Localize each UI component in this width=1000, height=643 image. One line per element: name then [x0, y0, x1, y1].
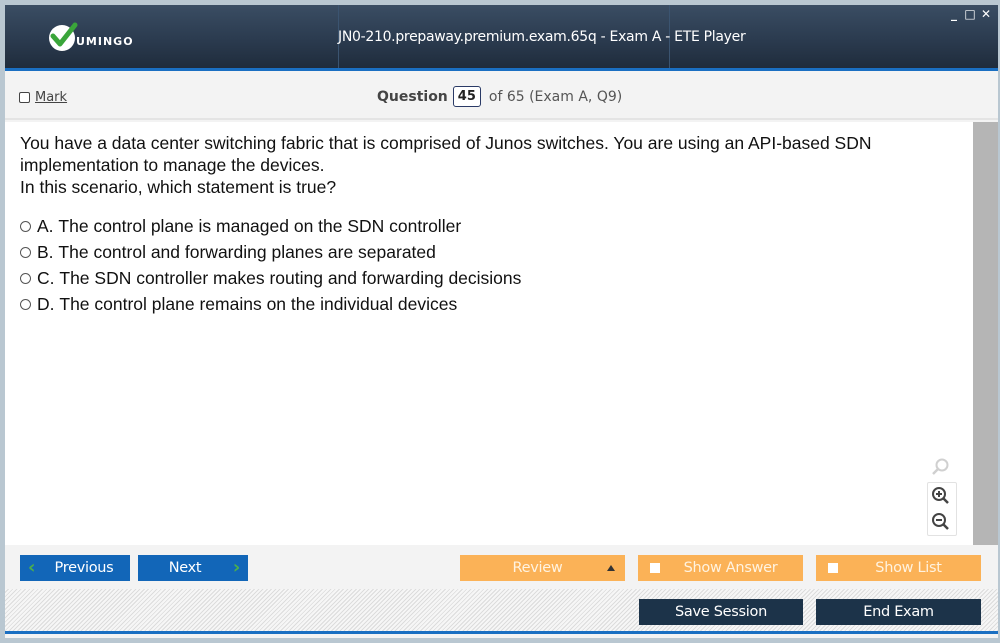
mark-label: Mark — [35, 90, 68, 105]
end-exam-button[interactable]: End Exam — [816, 599, 981, 625]
next-button[interactable]: Next › — [138, 555, 248, 581]
show-list-button[interactable]: Show List — [816, 555, 981, 581]
checkbox-icon[interactable] — [650, 563, 660, 573]
save-session-button[interactable]: Save Session — [639, 599, 803, 625]
radio-button[interactable] — [20, 220, 31, 232]
title-bar: UMINGO JN0-210.prepaway.premium.exam.65q… — [5, 5, 998, 71]
mark-checkbox[interactable]: Mark — [19, 90, 67, 105]
show-answer-button[interactable]: Show Answer — [638, 555, 803, 581]
previous-button[interactable]: ‹ Previous — [20, 555, 130, 581]
option-text: The SDN controller makes routing and for… — [59, 267, 522, 288]
checkmark-logo-icon — [49, 22, 78, 51]
question-header: Mark Question 45 of 65 (Exam A, Q9) — [5, 74, 998, 120]
question-content: You have a data center switching fabric … — [5, 122, 973, 545]
maximize-button[interactable]: □ — [964, 7, 976, 21]
close-button[interactable]: ✕ — [980, 7, 992, 21]
option-letter: D. — [37, 293, 55, 314]
answer-options: A. The control plane is managed on the S… — [20, 213, 521, 317]
question-label: Question — [377, 88, 448, 105]
answer-option-d[interactable]: D. The control plane remains on the indi… — [20, 291, 521, 317]
ete-player-window: UMINGO JN0-210.prepaway.premium.exam.65q… — [5, 5, 998, 638]
option-letter: A. — [37, 215, 54, 236]
answer-option-c[interactable]: C. The SDN controller makes routing and … — [20, 265, 521, 291]
radio-button[interactable] — [20, 246, 31, 258]
show-answer-label: Show Answer — [683, 560, 778, 576]
option-text: The control and forwarding planes are se… — [58, 241, 436, 262]
caret-up-icon — [607, 565, 615, 571]
zoom-controls — [927, 482, 957, 536]
option-text: The control plane remains on the individ… — [59, 293, 458, 314]
answer-option-a[interactable]: A. The control plane is managed on the S… — [20, 213, 521, 239]
search-icon[interactable] — [927, 454, 953, 480]
zoom-out-icon[interactable] — [928, 509, 954, 535]
checkbox-icon[interactable] — [828, 563, 838, 573]
question-text: You have a data center switching fabric … — [20, 132, 965, 198]
option-letter: C. — [37, 267, 55, 288]
next-label: Next — [168, 560, 202, 576]
chevron-right-icon: › — [232, 557, 240, 578]
navigation-bar: ‹ Previous Next › Review Show Answer Sho… — [5, 545, 998, 589]
zoom-in-icon[interactable] — [928, 483, 954, 509]
window-controls: _ □ ✕ — [948, 7, 992, 21]
logo-text: UMINGO — [76, 34, 134, 48]
review-label: Review — [512, 560, 563, 576]
zoom-tools — [927, 454, 957, 536]
question-line: You have a data center switching fabric … — [20, 133, 872, 153]
vertical-scrollbar[interactable] — [973, 122, 998, 545]
question-line: In this scenario, which statement is tru… — [20, 177, 337, 197]
minimize-button[interactable]: _ — [948, 7, 960, 21]
show-list-label: Show List — [875, 560, 942, 576]
question-total: of 65 (Exam A, Q9) — [488, 88, 623, 105]
vumingo-logo: UMINGO — [49, 22, 134, 51]
previous-label: Previous — [54, 560, 114, 576]
chevron-left-icon: ‹ — [28, 557, 36, 578]
checkbox-icon[interactable] — [19, 92, 30, 103]
radio-button[interactable] — [20, 298, 31, 310]
option-letter: B. — [37, 241, 54, 262]
answer-option-b[interactable]: B. The control and forwarding planes are… — [20, 239, 521, 265]
question-line: implementation to manage the devices. — [20, 155, 325, 175]
question-counter: Question 45 of 65 (Exam A, Q9) — [377, 86, 622, 107]
footer-bar: Save Session End Exam — [5, 589, 998, 634]
option-text: The control plane is managed on the SDN … — [58, 215, 462, 236]
question-number-input[interactable]: 45 — [452, 86, 481, 107]
radio-button[interactable] — [20, 272, 31, 284]
review-button[interactable]: Review — [460, 555, 625, 581]
window-title: JN0-210.prepaway.premium.exam.65q - Exam… — [338, 29, 746, 45]
